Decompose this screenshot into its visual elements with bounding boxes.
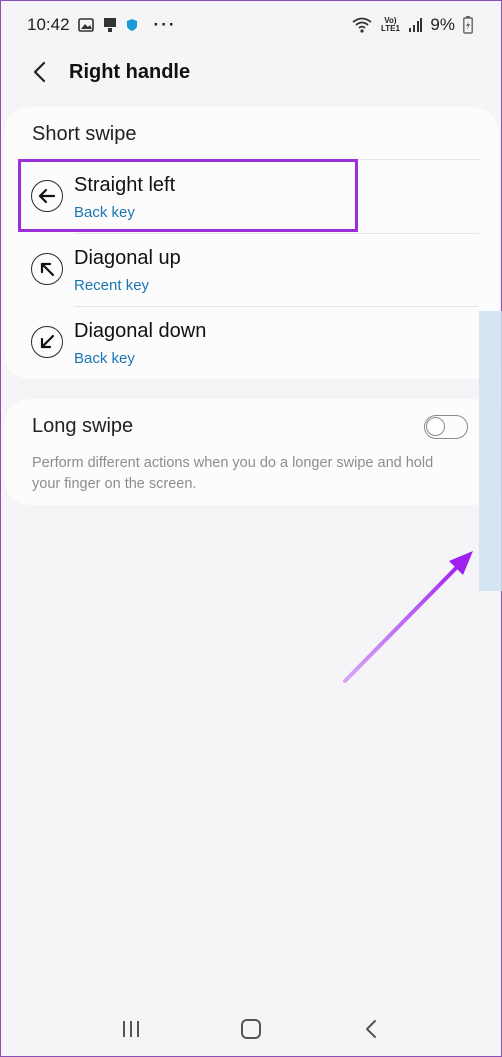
battery-percent: 9% — [430, 15, 455, 34]
home-button[interactable] — [231, 1009, 271, 1049]
wifi-icon — [352, 17, 372, 33]
status-time: 10:42 — [27, 15, 70, 34]
cast-icon — [102, 17, 118, 33]
annotation-arrow-icon — [343, 551, 473, 683]
long-swipe-title: Long swipe — [32, 415, 134, 437]
app-bar: Right handle — [1, 49, 501, 95]
volte-icon: Vo) LTE1 — [380, 16, 400, 33]
status-bar: 10:42 ··· Vo) LTE1 9% — [1, 1, 501, 49]
short-swipe-card: Short swipe Straight left Back key Diago… — [4, 107, 499, 379]
back-button[interactable] — [19, 52, 59, 92]
option-diagonal-down[interactable]: Diagonal down Back key — [4, 306, 499, 379]
option-title: Diagonal up — [74, 247, 181, 269]
option-subtitle: Back key — [74, 204, 135, 221]
back-icon — [366, 1020, 376, 1038]
arrow-left-icon — [31, 180, 63, 212]
short-swipe-header: Short swipe — [32, 123, 137, 145]
option-diagonal-up[interactable]: Diagonal up Recent key — [4, 233, 499, 306]
recents-button[interactable] — [111, 1009, 151, 1049]
home-icon — [241, 1019, 261, 1039]
option-subtitle: Back key — [74, 350, 135, 367]
chevron-left-icon — [33, 61, 46, 83]
navigation-bar — [1, 1001, 501, 1057]
long-swipe-toggle[interactable] — [424, 415, 468, 439]
page-title: Right handle — [69, 60, 191, 83]
status-left: 10:42 ··· — [27, 15, 177, 35]
image-icon — [77, 18, 94, 32]
signal-icon — [408, 17, 423, 33]
toggle-knob — [426, 417, 445, 436]
option-subtitle: Recent key — [74, 277, 150, 294]
option-title: Diagonal down — [74, 320, 207, 342]
nav-back-button[interactable] — [351, 1009, 391, 1049]
shield-icon — [126, 18, 138, 32]
long-swipe-card[interactable]: Long swipe Perform different actions whe… — [4, 399, 499, 505]
long-swipe-description: Perform different actions when you do a … — [32, 455, 434, 492]
arrow-up-left-icon — [31, 253, 63, 285]
status-right: Vo) LTE1 9% — [352, 15, 473, 35]
recents-icon — [123, 1021, 139, 1037]
option-title: Straight left — [74, 174, 176, 196]
arrow-down-left-icon — [31, 326, 63, 358]
option-straight-left[interactable]: Straight left Back key — [4, 160, 499, 233]
more-dots-icon: ··· — [153, 15, 177, 34]
battery-charging-icon — [463, 16, 473, 34]
